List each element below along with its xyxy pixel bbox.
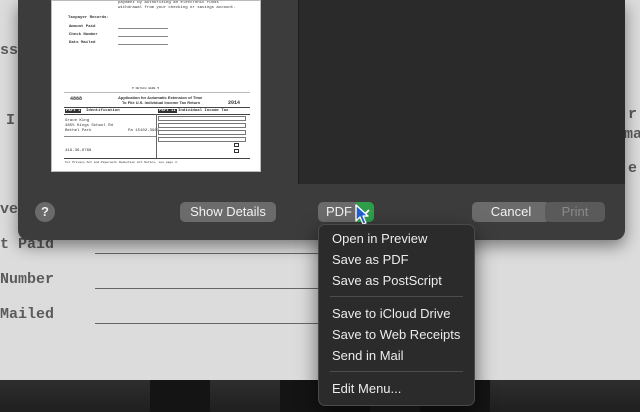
preview-text: Check Number [69, 33, 98, 37]
print-settings-panel [298, 0, 625, 184]
bg-text-fragment: r [628, 106, 638, 123]
bg-text-fragment: ma [624, 126, 640, 143]
pdf-button-label: PDF [326, 204, 352, 219]
menu-item-open-in-preview[interactable]: Open in Preview [319, 229, 474, 249]
cancel-button[interactable]: Cancel [472, 202, 550, 222]
menu-item-save-to-icloud-drive[interactable]: Save to iCloud Drive [319, 304, 474, 324]
menu-item-save-as-postscript[interactable]: Save as PostScript [319, 271, 474, 291]
preview-text: Part II [158, 109, 177, 113]
preview-text: Pa 15102-3963 [128, 129, 160, 133]
menu-item-save-to-web-receipts[interactable]: Save to Web Receipts [319, 325, 474, 345]
bg-text-fragment: e [628, 160, 638, 177]
preview-text: Bethel Park [65, 129, 92, 133]
preview-text: Date Mailed [69, 41, 96, 45]
preview-text: Part I [65, 109, 82, 113]
help-button[interactable]: ? [35, 202, 55, 222]
preview-text: 4868 [70, 96, 83, 102]
preview-text: Grace King [65, 119, 90, 123]
preview-text: Amount Paid [69, 25, 96, 29]
menu-item-send-in-mail[interactable]: Send in Mail [319, 346, 474, 366]
preview-text: Taxpayer Records: [68, 16, 109, 20]
menu-item-save-as-pdf[interactable]: Save as PDF [319, 250, 474, 270]
bg-text-fragment: ve [0, 201, 19, 218]
menu-separator [330, 371, 463, 372]
pdf-dropdown-menu: Open in Preview Save as PDF Save as Post… [318, 224, 475, 406]
preview-text: For Privacy Act and Paperwork Reduction … [65, 161, 179, 164]
bg-text-fragment: I [6, 112, 16, 129]
print-preview-page: payment by authorizing an electronic fun… [51, 0, 261, 172]
preview-text: Individual Income Tax [178, 109, 229, 113]
bg-text-fragment: ss [0, 42, 19, 59]
preview-text: ▼ DETACH HERE ▼ [132, 87, 160, 90]
preview-text: 419-36-0768 [65, 149, 92, 153]
preview-text: 2014 [228, 100, 241, 106]
print-dialog: payment by authorizing an electronic fun… [18, 0, 625, 240]
menu-item-edit-menu[interactable]: Edit Menu... [319, 379, 474, 399]
preview-text: To File U.S. Individual Income Tax Retur… [122, 100, 201, 105]
menu-separator [330, 296, 463, 297]
show-details-button[interactable]: Show Details [180, 202, 276, 222]
print-button[interactable]: Print [545, 202, 605, 222]
bg-text-fragment: Number [0, 271, 55, 288]
preview-text: payment by authorizing an electronic fun… [118, 1, 219, 5]
preview-text: withdrawal from your checking or savings… [118, 6, 236, 10]
preview-text: 4855 Kings School Rd [65, 124, 114, 128]
bg-text-fragment: Mailed [0, 306, 55, 323]
preview-text: Identification [86, 109, 120, 113]
